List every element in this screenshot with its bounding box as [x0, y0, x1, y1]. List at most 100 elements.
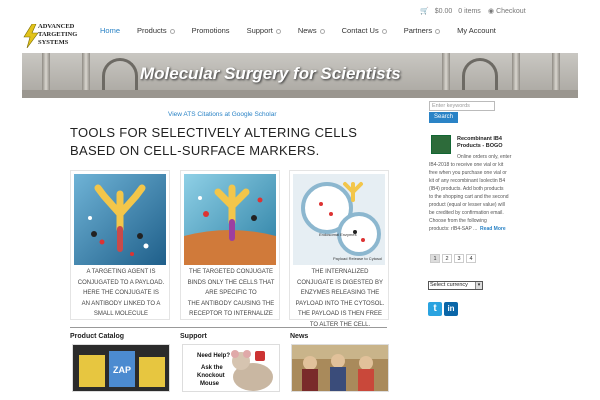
- card-caption: THE TARGETED CONJUGATE BINDS ONLY THE CE…: [183, 267, 279, 320]
- main-nav: Home Products Promotions Support News Co…: [100, 26, 513, 35]
- chevron-down-icon: ▾: [475, 282, 482, 289]
- antibody-conjugate-image: [74, 174, 166, 265]
- promo-line: free when you purchase one vial or: [429, 170, 507, 176]
- card-caption: THE INTERNALIZED CONJUGATE IS DIGESTED B…: [292, 267, 388, 330]
- nav-item-news[interactable]: News: [298, 26, 325, 35]
- headline-line: BASED ON CELL-SURFACE MARKERS.: [70, 143, 320, 158]
- page-headline: TOOLS FOR SELECTIVELY ALTERING CELLS BAS…: [70, 124, 357, 160]
- page-button[interactable]: 1: [430, 254, 440, 263]
- dropdown-icon: [435, 28, 441, 34]
- nav-item-promotions[interactable]: Promotions: [192, 26, 230, 35]
- nav-item-products[interactable]: Products: [137, 26, 175, 35]
- nav-item-contact-us[interactable]: Contact Us: [342, 26, 387, 35]
- site-logo[interactable]: ADVANCED TARGETING SYSTEMS: [22, 22, 92, 50]
- cart-icon: 🛒: [420, 8, 429, 15]
- page-button[interactable]: 2: [442, 254, 452, 263]
- caption-line: THE TARGETED CONJUGATE: [188, 269, 273, 275]
- linkedin-icon[interactable]: in: [444, 302, 458, 316]
- page-button[interactable]: 3: [454, 254, 464, 263]
- currency-selected: Select currency: [430, 282, 468, 288]
- promo-title[interactable]: Recombinant IB4 Products - BOGO: [457, 136, 517, 150]
- caption-line: SMALL MOLECULE: [93, 311, 149, 317]
- promo-line: Choose from the following: [429, 218, 487, 224]
- caption-line: ENZYMES RELEASING THE: [300, 290, 380, 296]
- card-caption: A TARGETING AGENT IS CONJUGATED TO A PAY…: [73, 267, 169, 320]
- process-card: A TARGETING AGENT IS CONJUGATED TO A PAY…: [70, 170, 170, 320]
- product-catalog-image[interactable]: ZAP: [72, 344, 170, 392]
- promo-thumbnail[interactable]: [431, 135, 451, 154]
- page: 🛒 $0.00 0 items ◉ Checkout ADVANCED TARGET…: [0, 0, 600, 400]
- news-title[interactable]: News: [290, 333, 308, 340]
- headline-line: TOOLS FOR SELECTIVELY ALTERING CELLS: [70, 125, 358, 140]
- section-divider: [70, 327, 387, 328]
- support-image-line: Knockout: [197, 373, 225, 379]
- image-label: Endosomal Enzymes: [319, 232, 357, 237]
- currency-select[interactable]: Select currency ▾: [428, 281, 483, 290]
- promo-line: (IB4) products. Add both products: [429, 186, 504, 192]
- promo-line: be credited by confirmation email.: [429, 210, 504, 216]
- citations-link[interactable]: View ATS Citations at Google Scholar: [168, 111, 277, 118]
- checkout-link[interactable]: ◉ Checkout: [488, 7, 526, 15]
- support-image-line: Ask the: [201, 365, 223, 371]
- banner-floor: [22, 90, 578, 98]
- dropdown-icon: [381, 28, 387, 34]
- dropdown-icon: [169, 28, 175, 34]
- promo-body: Online orders only, enter IB4-2018 to re…: [429, 153, 517, 233]
- promo-line: IB4-2018 to receive one vial or kit: [429, 162, 504, 168]
- cart-total: $0.00: [434, 8, 453, 15]
- promo-line: Online orders only, enter: [457, 154, 512, 160]
- caption-line: BINDS ONLY THE CELLS THAT: [187, 279, 275, 286]
- logo-line: ADVANCED: [38, 23, 75, 30]
- nav-label: Promotions: [191, 26, 230, 35]
- promo-line: kit of any recombinant Isolectin B4: [429, 178, 506, 184]
- nav-label: News: [297, 26, 317, 35]
- image-label: Payload Release to Cytosol: [333, 256, 382, 261]
- page-button[interactable]: 4: [466, 254, 476, 263]
- caption-line: CONJUGATED TO A PAYLOAD.: [77, 279, 165, 286]
- search-input[interactable]: Enter keywords: [429, 101, 495, 111]
- caption-line: HERE THE CONJUGATE IS: [83, 290, 159, 296]
- nav-item-home[interactable]: Home: [100, 26, 120, 35]
- catalog-image-text: ZAP: [113, 365, 131, 375]
- dropdown-icon: [319, 28, 325, 34]
- promo-line: product (equal or lesser value) will: [429, 202, 505, 208]
- search-button[interactable]: Search: [429, 112, 458, 123]
- logo-line: SYSTEMS: [38, 39, 69, 46]
- news-image[interactable]: [291, 344, 389, 392]
- process-card: THE TARGETED CONJUGATE BINDS ONLY THE CE…: [180, 170, 280, 320]
- nav-item-support[interactable]: Support: [247, 26, 281, 35]
- nav-item-my-account[interactable]: My Account: [457, 26, 496, 35]
- promo-line-text: products: rIB4-SAP ...: [429, 226, 478, 232]
- product-catalog-title[interactable]: Product Catalog: [70, 333, 124, 340]
- dropdown-icon: [275, 28, 281, 34]
- support-title[interactable]: Support: [180, 333, 207, 340]
- support-image-line: Mouse: [200, 381, 220, 387]
- checkout-icon: ◉: [488, 8, 495, 15]
- caption-line: THE ANTIBODY CAUSING THE: [187, 300, 275, 307]
- receptor-binding-image: [184, 174, 276, 265]
- caption-line: THE INTERNALIZED: [311, 269, 369, 275]
- caption-line: RECEPTOR TO INTERNALIZE: [189, 311, 273, 317]
- caption-line: PAYLOAD INTO THE CYTOSOL.: [295, 300, 385, 307]
- nav-label: Support: [246, 26, 273, 35]
- nav-item-partners[interactable]: Partners: [403, 26, 441, 35]
- support-image[interactable]: Need Help? Ask the Knockout Mouse: [182, 344, 280, 392]
- process-card: Endosomal Enzymes Payload Release to Cyt…: [289, 170, 389, 328]
- checkout-label: Checkout: [496, 8, 526, 15]
- top-bar: 🛒 $0.00 0 items ◉ Checkout: [0, 0, 600, 22]
- promo-line: to the shopping cart and the second: [429, 194, 509, 200]
- promo-pager: 1 2 3 4: [430, 254, 478, 263]
- hero-banner: Molecular Surgery for Scientists: [22, 53, 578, 98]
- payload-release-image: Endosomal Enzymes Payload Release to Cyt…: [293, 174, 385, 265]
- nav-label: Partners: [403, 26, 433, 35]
- read-more-link[interactable]: Read More: [480, 226, 506, 232]
- caption-line: A TARGETING AGENT IS: [86, 269, 156, 275]
- cart-items: 0 items: [458, 8, 481, 15]
- twitter-icon[interactable]: t: [428, 302, 442, 316]
- logo-text: ADVANCED TARGETING SYSTEMS: [38, 23, 77, 47]
- cart-summary[interactable]: 🛒 $0.00 0 items: [420, 7, 487, 15]
- caption-line: TO ALTER THE CELL.: [309, 321, 371, 328]
- caption-line: ARE SPECIFIC TO: [205, 290, 257, 296]
- banner-title: Molecular Surgery for Scientists: [140, 64, 401, 83]
- promo-line: products: rIB4-SAP ... Read More: [429, 225, 517, 233]
